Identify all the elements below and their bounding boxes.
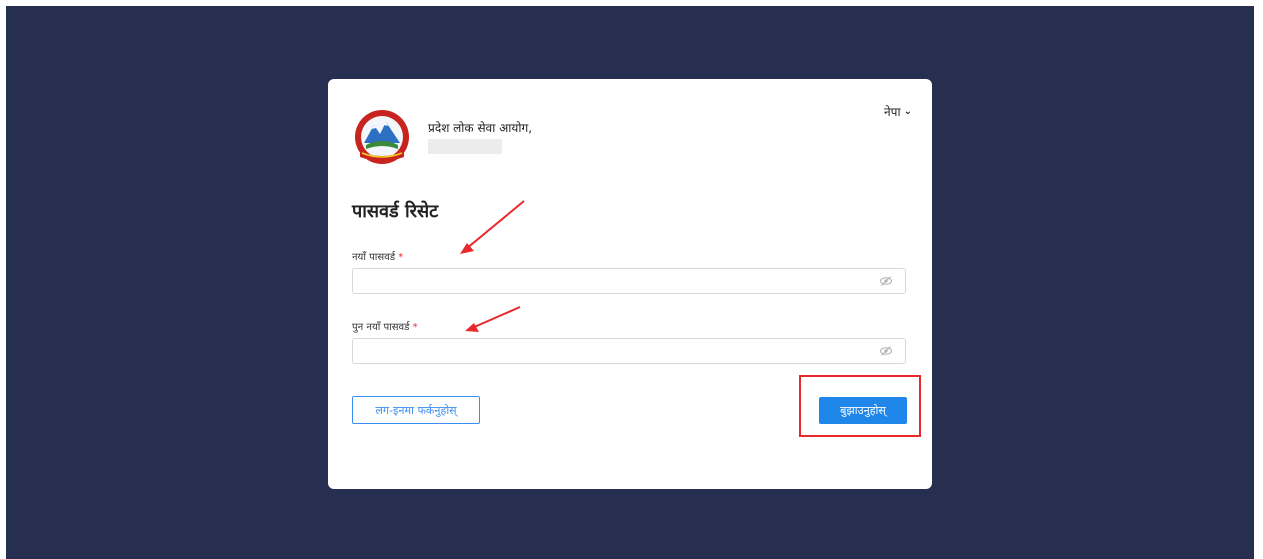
required-marker: * [398, 252, 404, 263]
eye-slash-icon[interactable] [879, 274, 893, 288]
organization-name: प्रदेश लोक सेवा आयोग, [428, 121, 533, 135]
confirm-password-field[interactable] [352, 338, 906, 364]
page-title: पासवर्ड रिसेट [352, 201, 439, 222]
nepal-emblem-icon [355, 110, 409, 164]
new-password-field[interactable] [352, 268, 906, 294]
arrow-annotation [465, 200, 525, 250]
language-label: नेपा [884, 105, 901, 119]
submit-button[interactable]: बुझाउनुहोस् [819, 397, 907, 424]
new-password-label-text: नयाँ पासवर्ड [352, 252, 396, 263]
confirm-password-label-text: पुन नयाँ पासवर्ड [352, 322, 410, 333]
arrow-annotation [471, 306, 521, 329]
arrow-head [460, 243, 474, 254]
chevron-down-icon: ⌄ [903, 106, 912, 117]
confirm-password-label: पुन नयाँ पासवर्ड * [352, 319, 418, 333]
required-marker: * [412, 322, 418, 333]
new-password-label: नयाँ पासवर्ड * [352, 249, 403, 263]
eye-slash-icon[interactable] [879, 344, 893, 358]
password-reset-card: प्रदेश लोक सेवा आयोग, नेपा ⌄ पासवर्ड रिस… [328, 79, 932, 489]
page-background: प्रदेश लोक सेवा आयोग, नेपा ⌄ पासवर्ड रिस… [6, 6, 1254, 559]
language-selector[interactable]: नेपा ⌄ [884, 103, 912, 120]
back-to-login-button[interactable]: लग-इनमा फर्कनुहोस् [352, 396, 480, 424]
organization-location-placeholder [428, 139, 502, 154]
arrow-head [465, 323, 479, 332]
